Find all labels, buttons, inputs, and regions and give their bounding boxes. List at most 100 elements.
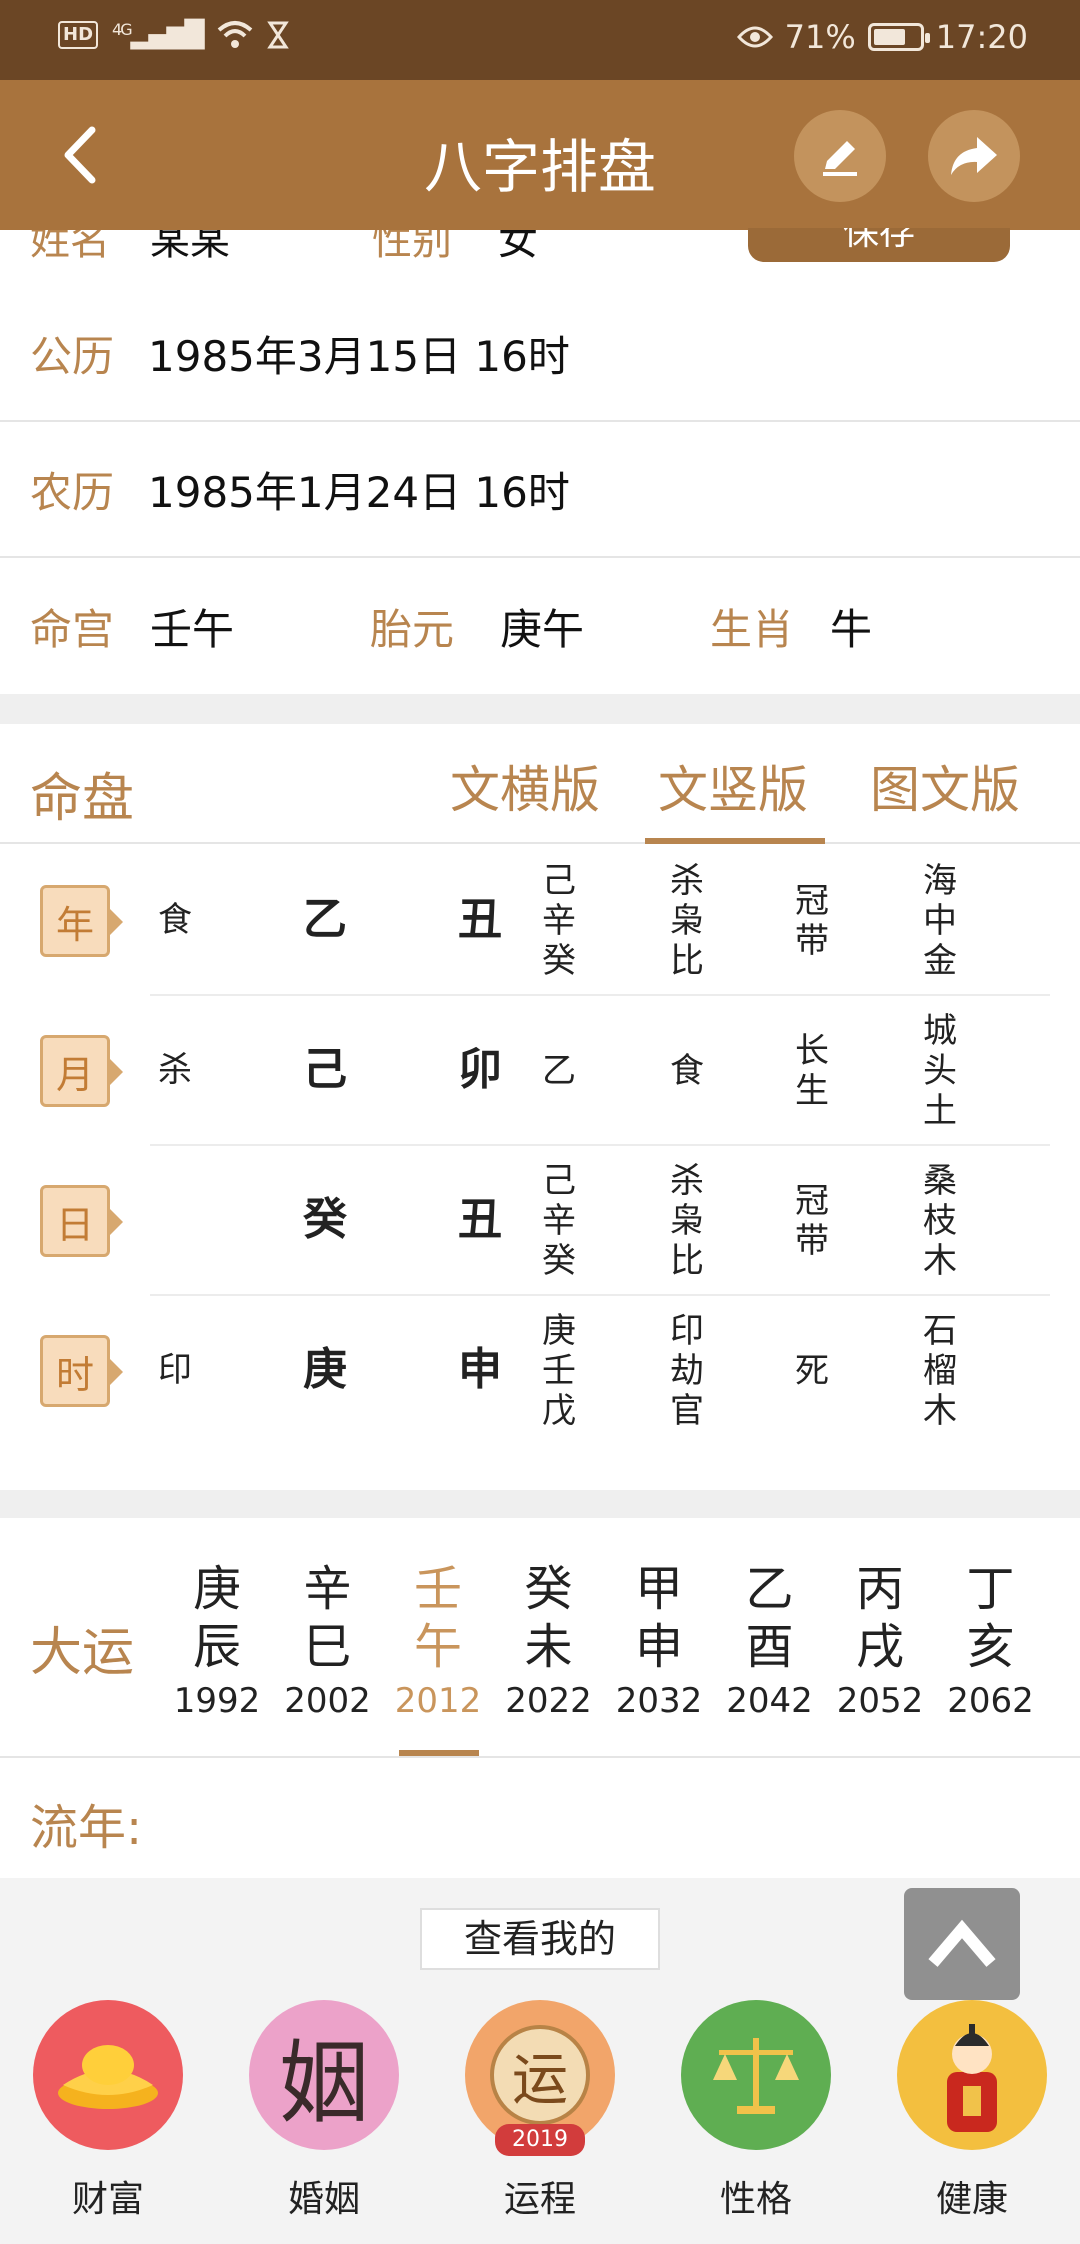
- status-bar: HD 4G▂▄▆█ 71% 17:20: [0, 0, 1080, 80]
- tab-horizontal[interactable]: 文横版: [450, 750, 600, 822]
- dayun-year: 2042: [726, 1681, 813, 1721]
- dayun-label: 大运: [30, 1623, 135, 1683]
- dayun-gan: 癸: [524, 1561, 573, 1617]
- dayun-gan: 甲: [634, 1561, 683, 1617]
- dayun-year: 2012: [394, 1681, 482, 1721]
- name-value: 某某: [150, 230, 230, 264]
- pillar-row: 日癸丑己辛癸杀枭比冠带桑枝木: [0, 1146, 1080, 1296]
- pillar-changsheng-char: 生: [795, 1071, 829, 1111]
- shengxiao-label: 生肖: [710, 604, 795, 654]
- dayun-gan: 丙: [855, 1561, 904, 1617]
- mingpan-panel: 命盘 文横版 文竖版 图文版 年食乙丑己辛癸杀枭比冠带海中金月杀己卯乙食长生城头…: [0, 724, 1080, 1490]
- pillar-changsheng-char: 冠: [795, 881, 829, 921]
- pillar-canggan-char: 辛: [542, 1201, 576, 1241]
- pillar-nayin: 城头土: [918, 1011, 962, 1131]
- dayun-gan: 壬: [413, 1561, 462, 1617]
- pillar-nayin-char: 木: [923, 1391, 957, 1431]
- minggong-label: 命宫: [30, 604, 115, 654]
- feature-person[interactable]: 健康: [897, 2000, 1047, 2222]
- pillar-changsheng: 冠带: [790, 1181, 834, 1261]
- pillar-zhuxing-char: 杀: [670, 861, 704, 901]
- hourglass-icon: [266, 21, 289, 49]
- pillar-tag: 月: [40, 1035, 123, 1107]
- pillar-nayin-char: 海: [923, 861, 957, 901]
- pillar-shishen: 杀: [158, 1050, 192, 1090]
- pillar-nayin-char: 中: [923, 901, 957, 941]
- dayun-item[interactable]: 乙酉 2042: [715, 1560, 825, 1726]
- pillar-zhi: 卯: [458, 1044, 502, 1095]
- tab-vertical[interactable]: 文竖版: [658, 750, 808, 822]
- save-button-label: 保存: [842, 228, 915, 253]
- scales-icon: [681, 2000, 831, 2150]
- pillar-row: 月杀 己 卯乙 食 长生 城头土: [0, 996, 1080, 1146]
- share-arrow-icon: [951, 137, 997, 175]
- lunar-label: 农历: [30, 467, 115, 517]
- dayun-year: 2062: [947, 1681, 1034, 1721]
- clock: 17:20: [935, 18, 1028, 56]
- pillar-canggan: 己辛癸: [537, 861, 581, 981]
- battery-percent: 71%: [784, 18, 856, 56]
- dayun-gan: 丁: [966, 1561, 1015, 1617]
- person-icon: [897, 2000, 1047, 2150]
- pillar-gan: 庚: [303, 1344, 347, 1395]
- pillar-zhi: 丑: [458, 1194, 502, 1245]
- dayun-item[interactable]: 丙戌 2052: [825, 1560, 935, 1726]
- dayun-gan: 庚: [192, 1561, 241, 1617]
- pillar-tag: 时: [40, 1335, 123, 1407]
- feature-scales[interactable]: 性格: [681, 2000, 831, 2222]
- pillar-zhuxing: 杀枭比: [665, 861, 709, 981]
- dayun-item[interactable]: 丁亥 2062: [936, 1560, 1046, 1726]
- feature-marriage[interactable]: 姻婚姻: [249, 2000, 399, 2222]
- edit-button[interactable]: [794, 110, 886, 202]
- dayun-item[interactable]: 壬午 2012: [383, 1560, 493, 1726]
- pillar-zhuxing-char: 比: [670, 941, 704, 981]
- pillar-changsheng-char: 带: [795, 1221, 829, 1261]
- feature-gold-ingot[interactable]: 财富: [33, 2000, 183, 2222]
- pillar-changsheng-char: 冠: [795, 1181, 829, 1221]
- pillar-nayin-char: 土: [923, 1091, 957, 1131]
- pillar-changsheng-char: 长: [795, 1031, 829, 1071]
- feature-fortune[interactable]: 运 2019 运程: [465, 2000, 615, 2222]
- pillar-zhuxing-char: 官: [670, 1391, 704, 1431]
- pillar-zhuxing-char: 劫: [670, 1351, 704, 1391]
- dayun-item[interactable]: 辛巳 2002: [273, 1560, 383, 1726]
- dayun-item[interactable]: 甲申 2032: [604, 1560, 714, 1726]
- icon-glyph: 姻: [279, 2031, 369, 2136]
- tab-graphic[interactable]: 图文版: [870, 750, 1020, 822]
- page-title: 八字排盘: [423, 133, 656, 201]
- dayun-zhi: 申: [634, 1619, 683, 1675]
- dayun-item[interactable]: 癸未 2022: [494, 1560, 604, 1726]
- pillar-zhuxing-char: 印: [670, 1311, 704, 1351]
- share-button[interactable]: [928, 110, 1020, 202]
- dayun-zhi: 巳: [303, 1619, 352, 1675]
- pillar-canggan-char: 己: [542, 1161, 576, 1201]
- pillar-shishen: 印: [158, 1350, 192, 1390]
- fortune-icon: 运 2019: [465, 2000, 615, 2156]
- pillar-canggan: 庚壬戊: [537, 1311, 581, 1431]
- dayun-year: 2052: [836, 1681, 924, 1721]
- palace-row: 命宫 壬午 胎元 庚午 生肖 牛: [0, 558, 1080, 694]
- pillar-canggan-char: 壬: [542, 1351, 576, 1391]
- pillar-nayin-char: 金: [923, 941, 957, 981]
- battery-fill: [873, 29, 906, 45]
- pillar-nayin-char: 枝: [923, 1201, 957, 1241]
- dayun-item[interactable]: 庚辰 1992: [162, 1560, 272, 1726]
- hd-icon: HD: [58, 21, 99, 49]
- shengxiao-value: 牛: [830, 604, 873, 654]
- pillar-zhuxing-char: 食: [670, 1051, 704, 1091]
- feature-label: 健康: [935, 2179, 1008, 2220]
- see-mine-button[interactable]: 查看我的: [420, 1908, 660, 1970]
- save-button[interactable]: 保存: [748, 228, 1010, 262]
- pillar-canggan-char: 乙: [542, 1051, 576, 1091]
- mingpan-label: 命盘: [30, 769, 135, 829]
- pillar-zhi: 丑: [458, 894, 502, 945]
- taiyuan-value: 庚午: [500, 604, 585, 654]
- scroll-top-button[interactable]: [904, 1888, 1020, 2000]
- pillar-tag: 年: [40, 885, 123, 957]
- pillar-nayin: 海中金: [918, 861, 962, 981]
- dayun-zhi: 酉: [745, 1619, 794, 1675]
- gold-ingot-icon: [33, 2000, 183, 2150]
- pillar-nayin: 石榴木: [918, 1311, 962, 1431]
- solar-date-row: 公历 1985年3月15日 16时: [0, 286, 1080, 422]
- gender-label: 性别: [372, 230, 452, 264]
